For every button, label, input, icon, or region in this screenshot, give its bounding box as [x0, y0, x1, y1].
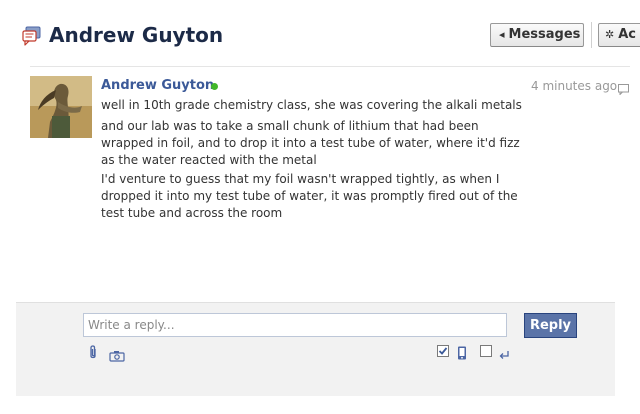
camera-icon[interactable]: [109, 347, 125, 362]
message-timestamp: 4 minutes ago: [531, 79, 618, 93]
toolbar-divider: [591, 22, 592, 48]
thread-header: Andrew Guyton ◂ Messages ✲ Ac: [0, 0, 640, 68]
reply-input[interactable]: [83, 313, 507, 337]
gear-icon: ✲: [605, 28, 615, 41]
avatar[interactable]: [30, 76, 92, 138]
chat-bubble-icon: [618, 80, 629, 96]
header-divider: [30, 66, 630, 67]
actions-button-label: Ac: [618, 27, 636, 42]
actions-button[interactable]: ✲ Ac: [598, 23, 640, 47]
messages-button-label: Messages: [508, 27, 581, 42]
message-paragraph: and our lab was to take a small chunk of…: [101, 119, 520, 167]
mobile-device-icon: [457, 345, 467, 360]
enter-key-icon: [498, 346, 510, 359]
press-enter-checkbox[interactable]: [480, 345, 492, 357]
send-option-checkbox[interactable]: [437, 345, 449, 357]
paperclip-icon[interactable]: [87, 344, 99, 360]
messages-button[interactable]: ◂ Messages: [490, 23, 584, 47]
message-paragraph: well in 10th grade chemistry class, she …: [101, 98, 522, 112]
messages-icon: [22, 26, 42, 46]
online-status-indicator: [211, 83, 218, 90]
page-title: Andrew Guyton: [49, 23, 224, 47]
message-author[interactable]: Andrew Guyton: [101, 78, 214, 94]
chevron-left-icon: ◂: [499, 28, 505, 41]
message-paragraph: I'd venture to guess that my foil wasn't…: [101, 172, 518, 220]
reply-button[interactable]: Reply: [524, 313, 577, 338]
